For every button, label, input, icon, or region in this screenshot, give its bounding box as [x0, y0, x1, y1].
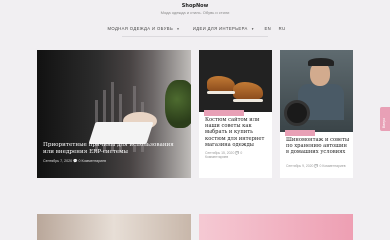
site-logo[interactable]: ShopNow [0, 3, 390, 9]
post-image [37, 214, 191, 240]
image-detail [165, 80, 191, 128]
scroll-top-button[interactable]: Вверх [380, 107, 390, 131]
post-image [280, 50, 353, 132]
image-detail [284, 100, 310, 126]
image-detail [308, 58, 334, 66]
site-header: ShopNow Мода одежда и стиль. Обувь и сти… [0, 0, 390, 37]
nav-item-lang-ru[interactable]: RU [279, 26, 286, 31]
nav-item-fashion[interactable]: МОДНАЯ ОДЕЖДА И ОБУВЬ ▾ [104, 26, 182, 31]
main-nav: МОДНАЯ ОДЕЖДА И ОБУВЬ ▾ ИДЕИ ДЛЯ ИНТЕРЬЕР… [0, 26, 390, 31]
nav-item-label: ИДЕИ ДЛЯ ИНТЕРЬЕРА [192, 26, 248, 31]
post-meta: Сентябрь 9, 2020 💬 0 Комментариев [286, 164, 346, 168]
image-detail [233, 82, 263, 100]
post-title[interactable]: Костюм сайтом или наши советы как выбрат… [205, 117, 269, 148]
nav-divider [122, 36, 268, 37]
image-detail [88, 122, 154, 144]
site-tagline: Мода одежда и стиль. Обувь и стили [160, 10, 230, 15]
featured-post-card[interactable]: Приоритетные причины для использования и… [37, 50, 191, 178]
post-card[interactable] [37, 214, 191, 240]
post-image [199, 50, 272, 112]
image-detail [207, 76, 235, 92]
post-meta: Сентябрь 15, 2020 💬 0 Комментариев [205, 151, 243, 160]
post-card[interactable] [199, 214, 353, 240]
image-detail [207, 91, 235, 94]
chevron-down-icon: ▾ [251, 27, 254, 31]
nav-item-label: МОДНАЯ ОДЕЖДА И ОБУВЬ [107, 26, 174, 31]
image-detail [233, 99, 263, 102]
category-tag[interactable] [204, 110, 244, 116]
nav-item-interior[interactable]: ИДЕИ ДЛЯ ИНТЕРЬЕРА ▾ [190, 26, 257, 31]
nav-item-lang-en[interactable]: EN [264, 26, 271, 31]
post-card[interactable]: Шиномонтаж и советы по хранению автошин … [280, 50, 353, 178]
post-card[interactable]: Костюм сайтом или наши советы как выбрат… [199, 50, 272, 178]
chevron-down-icon: ▾ [177, 27, 180, 31]
post-title[interactable]: Приоритетные причины для использования и… [43, 142, 185, 156]
post-title[interactable]: Шиномонтаж и советы по хранению автошин … [286, 137, 350, 156]
side-tab-label: Вверх [382, 117, 386, 128]
category-tag[interactable] [285, 130, 315, 136]
post-meta: Сентябрь 7, 2020 💬 0 Комментариев [43, 159, 107, 163]
